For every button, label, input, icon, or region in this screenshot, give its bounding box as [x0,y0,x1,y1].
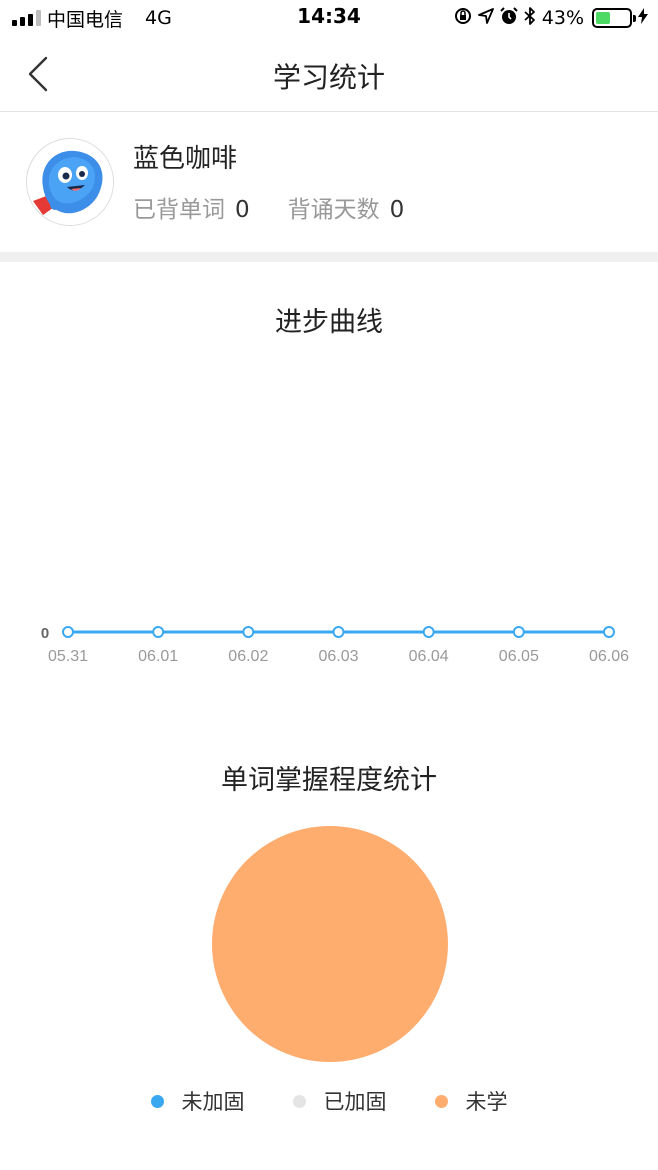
legend-dot-icon [434,1094,448,1108]
legend-dot-icon [150,1094,164,1108]
battery-percent: 43% [541,7,584,29]
words-learned-label: 已背单词 [133,197,225,223]
data-point[interactable] [152,626,165,638]
page-title: 学习统计 [272,61,385,94]
username: 蓝色咖啡 [133,144,238,174]
data-point[interactable] [242,626,255,638]
legend-item[interactable]: 已加固 [292,1086,387,1116]
alarm-icon [500,6,518,30]
pie-slice-未学[interactable] [212,826,448,1062]
x-tick-label: 06.03 [318,648,358,665]
data-point[interactable] [332,626,345,638]
mastery-pie-chart [212,826,448,1062]
section-divider [0,252,658,262]
mastery-chart-title: 单词掌握程度统计 [221,765,437,796]
legend-label: 未学 [465,1090,508,1114]
x-tick-label: 06.05 [499,648,539,665]
profile-card: 蓝色咖啡 已背单词 0 背诵天数 0 [0,112,658,252]
mascot-avatar-image [27,139,113,225]
x-tick-label: 06.02 [228,648,268,665]
location-icon [477,7,494,29]
battery-level [596,12,610,24]
legend-item[interactable]: 未学 [434,1086,508,1116]
navigation-bar: 学习统计 [0,36,658,112]
x-tick-label: 06.06 [589,648,629,665]
data-point[interactable] [422,626,435,638]
progress-curve-title: 进步曲线 [275,307,383,338]
progress-line-chart: 0 05.31 06.01 06.02 06.03 06.04 06.05 06.06 [41,625,629,665]
battery-icon [592,8,636,28]
bluetooth-icon [524,6,536,30]
legend-label: 已加固 [323,1090,387,1114]
legend-item[interactable]: 未加固 [150,1086,245,1116]
x-tick-label: 06.01 [138,648,178,665]
rotation-lock-icon [454,7,472,30]
data-point[interactable] [603,626,615,638]
status-bar: 中国电信 4G 14:34 43% [0,0,658,36]
legend-label: 未加固 [181,1090,245,1114]
study-days-value: 0 [389,197,405,223]
data-point[interactable] [512,626,525,638]
pie-legend: 未加固 已加固 未学 [0,1085,658,1117]
study-days-label: 背诵天数 [287,197,380,223]
x-tick-label: 05.31 [48,648,88,665]
legend-dot-icon [292,1094,306,1108]
x-tick-label: 06.04 [409,648,449,665]
avatar[interactable] [26,138,114,226]
learning-stats: 已背单词 0 背诵天数 0 [133,190,404,224]
words-learned-value: 0 [235,197,250,223]
data-point[interactable] [62,626,74,638]
charging-icon [638,8,648,28]
y-tick-label: 0 [41,625,49,642]
